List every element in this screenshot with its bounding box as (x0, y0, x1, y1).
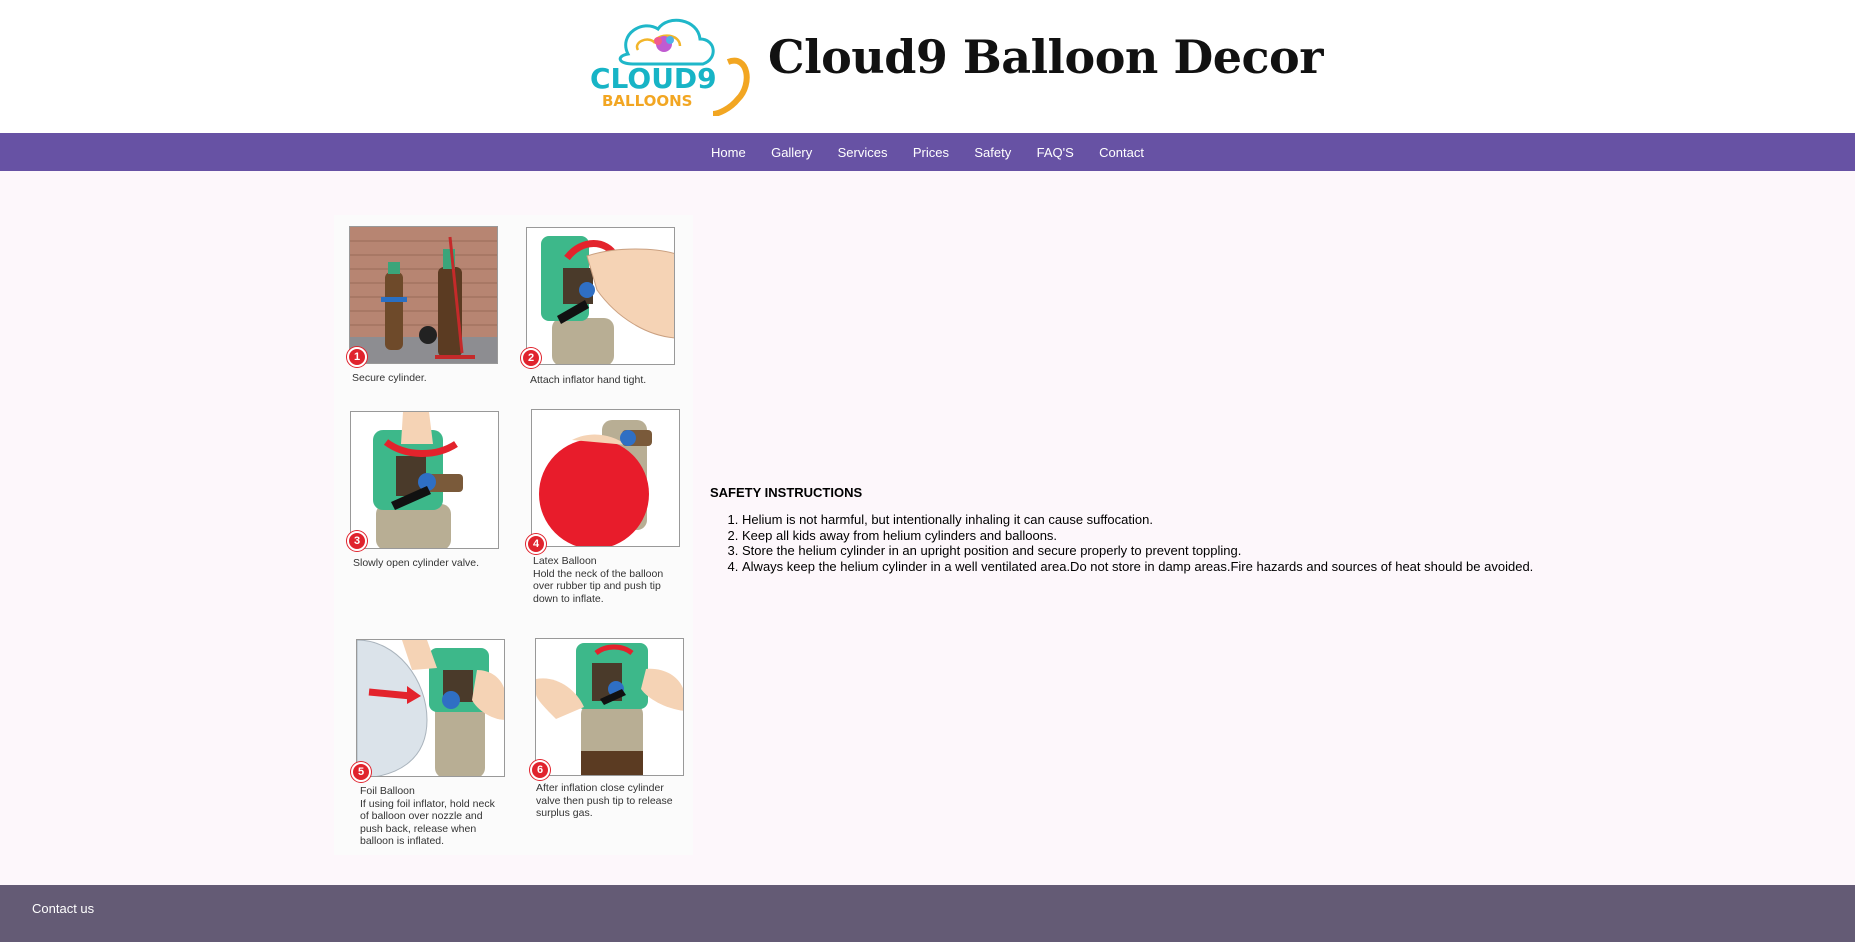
step-3-badge: 3 (347, 531, 367, 551)
nav-contact[interactable]: Contact (1086, 145, 1156, 160)
nav-services[interactable]: Services (825, 145, 900, 160)
step-4-illustration (531, 409, 680, 547)
step-2-caption: Attach inflator hand tight. (530, 374, 647, 386)
step-6-illustration (535, 638, 684, 776)
safety-item: Store the helium cylinder in an upright … (742, 543, 1533, 559)
safety-item: Keep all kids away from helium cylinders… (742, 528, 1533, 544)
step-4-badge: 4 (526, 534, 546, 554)
safety-section: SAFETY INSTRUCTIONS Helium is not harmfu… (710, 485, 1533, 574)
logo-line1: CLOUD9 (590, 62, 717, 95)
step-4-caption: Latex Balloon Hold the neck of the ballo… (533, 555, 664, 605)
step-5-badge: 5 (351, 762, 371, 782)
step-3-illustration (350, 411, 499, 549)
logo-line2: BALLOONS (602, 92, 692, 110)
nav-gallery[interactable]: Gallery (758, 145, 825, 160)
step-5-caption: Foil Balloon If using foil inflator, hol… (360, 785, 495, 848)
cloud9-balloons-logo[interactable]: CLOUD9 BALLOONS (588, 14, 753, 116)
step-1-illustration (349, 226, 498, 364)
contact-us-link[interactable]: Contact us (32, 901, 94, 916)
safety-item: Always keep the helium cylinder in a wel… (742, 559, 1533, 575)
step-3-caption: Slowly open cylinder valve. (353, 557, 480, 569)
step-6-caption: After inflation close cylinder valve the… (536, 782, 673, 820)
safety-item: Helium is not harmful, but intentionally… (742, 512, 1533, 528)
nav-safety[interactable]: Safety (962, 145, 1024, 160)
step-1-caption: Secure cylinder. (352, 372, 427, 384)
nav-faqs[interactable]: FAQ'S (1024, 145, 1087, 160)
site-title: Cloud9 Balloon Decor (768, 30, 1323, 84)
main-nav: Home Gallery Services Prices Safety FAQ'… (0, 133, 1855, 171)
step-2-illustration (526, 227, 675, 365)
step-5-illustration (356, 639, 505, 777)
nav-prices[interactable]: Prices (900, 145, 962, 160)
step-6-badge: 6 (530, 760, 550, 780)
safety-list: Helium is not harmful, but intentionally… (710, 512, 1533, 574)
nav-home[interactable]: Home (698, 145, 758, 160)
site-footer: Contact us (0, 885, 1855, 942)
site-header: CLOUD9 BALLOONS Cloud9 Balloon Decor (0, 0, 1855, 133)
helium-instructions-image: 1 Secure cylinder. 2 Attach inflator han… (334, 215, 693, 855)
safety-heading: SAFETY INSTRUCTIONS (710, 485, 863, 500)
step-2-badge: 2 (521, 348, 541, 368)
step-1-badge: 1 (347, 347, 367, 367)
